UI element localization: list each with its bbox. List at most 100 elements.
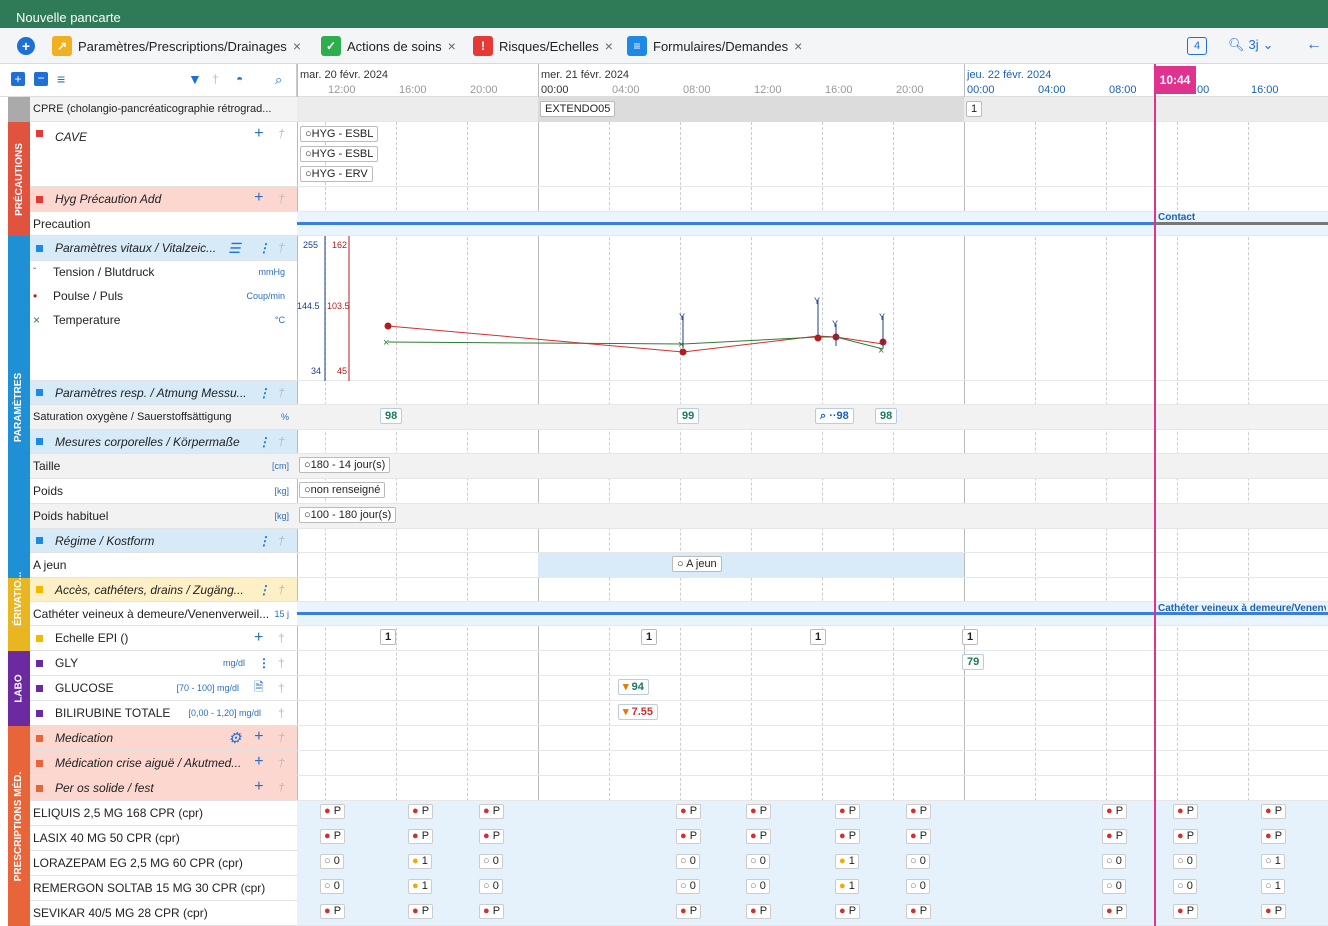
plus-icon[interactable]: + bbox=[254, 753, 263, 771]
medication-administration[interactable]: ○ 0 bbox=[1173, 854, 1197, 869]
row-medication-crise[interactable]: Médication crise aiguë / Akutmed... + † bbox=[30, 751, 297, 776]
row-precaution[interactable]: Precaution bbox=[30, 212, 297, 236]
section-labo[interactable]: LABO bbox=[8, 651, 30, 726]
medication-administration[interactable]: ○ 0 bbox=[676, 854, 700, 869]
epi-value[interactable]: 1 bbox=[810, 629, 827, 645]
expand-all-icon[interactable]: + bbox=[11, 72, 25, 86]
close-icon[interactable]: × bbox=[794, 38, 802, 54]
medication-administration[interactable]: ● P bbox=[320, 904, 346, 919]
medication-administration[interactable]: ● P bbox=[906, 804, 932, 819]
notification-badge[interactable]: 4 bbox=[1187, 37, 1207, 55]
tab-formulaires-demandes[interactable]: ≡ Formulaires/Demandes × bbox=[627, 35, 802, 57]
close-icon[interactable]: × bbox=[293, 38, 301, 54]
medication-administration[interactable]: ○ 1 bbox=[1261, 854, 1285, 869]
zoom-selector[interactable]: 🔍︎ 3j ⌄ bbox=[1228, 37, 1274, 53]
pin-icon[interactable]: † bbox=[278, 435, 285, 449]
medication-administration[interactable]: ○ 0 bbox=[676, 879, 700, 894]
row-medication[interactable]: Medication ⚙ + † bbox=[30, 726, 297, 751]
medication-administration[interactable]: ● P bbox=[746, 804, 772, 819]
row-lasix[interactable]: LASIX 40 MG 50 CPR (cpr) bbox=[30, 826, 297, 851]
row-poids[interactable]: Poids [kg] bbox=[30, 479, 297, 504]
row-mesures-corporelles[interactable]: Mesures corporelles / Körpermaße ⋮ † bbox=[30, 430, 297, 454]
medication-administration[interactable]: ○ 0 bbox=[320, 879, 344, 894]
medication-administration[interactable]: ● P bbox=[320, 804, 346, 819]
glucose-value[interactable]: ▾ 94 bbox=[618, 679, 649, 695]
pin-icon[interactable]: † bbox=[278, 756, 285, 770]
plus-icon[interactable]: + bbox=[254, 778, 263, 796]
medication-administration[interactable]: ● P bbox=[320, 829, 346, 844]
a-jeun-chip[interactable]: ○ A jeun bbox=[672, 556, 722, 572]
pin-icon[interactable]: † bbox=[278, 386, 285, 400]
gly-value[interactable]: 79 bbox=[962, 654, 985, 670]
filter-icon[interactable]: ▼ bbox=[188, 72, 202, 86]
medication-administration[interactable]: ○ 0 bbox=[906, 879, 930, 894]
medication-administration[interactable]: ○ 1 bbox=[1261, 879, 1285, 894]
medication-administration[interactable]: ● P bbox=[906, 829, 932, 844]
pin-icon[interactable]: † bbox=[278, 781, 285, 795]
medication-administration[interactable]: ● P bbox=[835, 904, 861, 919]
pin-icon[interactable]: † bbox=[278, 631, 285, 645]
more-icon[interactable]: ⋮ bbox=[258, 583, 270, 597]
medication-administration[interactable]: ● P bbox=[676, 904, 702, 919]
medication-administration[interactable]: ● P bbox=[1102, 804, 1128, 819]
saturation-value[interactable]: 99 bbox=[677, 408, 700, 424]
medication-administration[interactable]: ○ 0 bbox=[746, 879, 770, 894]
row-saturation[interactable]: Saturation oxygène / Sauerstoffsättigung… bbox=[30, 405, 297, 430]
plus-icon[interactable]: + bbox=[254, 125, 263, 143]
medication-administration[interactable]: ● 1 bbox=[408, 854, 432, 869]
row-gly[interactable]: GLY mg/dl ⋮ † bbox=[30, 651, 297, 676]
medication-administration[interactable]: ○ 0 bbox=[1102, 879, 1126, 894]
temperature-point[interactable]: × bbox=[383, 337, 389, 349]
medication-administration[interactable]: ● P bbox=[408, 904, 434, 919]
row-parametres-vitaux[interactable]: Paramètres vitaux / Vitalzeic... ☰ ⋮ † bbox=[30, 236, 297, 261]
document-icon[interactable]: 🗎︎ bbox=[254, 678, 264, 699]
row-cave[interactable]: CAVE + † bbox=[30, 122, 297, 187]
medication-administration[interactable]: ○ 0 bbox=[1173, 879, 1197, 894]
row-poids-habituel[interactable]: Poids habituel [kg] bbox=[30, 504, 297, 529]
medication-administration[interactable]: ● P bbox=[1173, 904, 1199, 919]
section-parametres[interactable]: PARAMÈTRES bbox=[8, 236, 30, 578]
medication-administration[interactable]: ● P bbox=[408, 804, 434, 819]
saturation-value[interactable]: 98 bbox=[875, 408, 898, 424]
cave-chip[interactable]: ○HYG - ESBL bbox=[300, 126, 379, 142]
plus-icon[interactable]: + bbox=[254, 728, 263, 746]
pin-icon[interactable]: † bbox=[278, 583, 285, 597]
medication-administration[interactable]: ● P bbox=[1261, 829, 1287, 844]
close-icon[interactable]: × bbox=[448, 38, 456, 54]
row-taille[interactable]: Taille [cm] bbox=[30, 454, 297, 479]
row-per-os[interactable]: Per os solide / fest + † bbox=[30, 776, 297, 801]
medication-administration[interactable]: ○ 0 bbox=[320, 854, 344, 869]
plus-icon[interactable]: + bbox=[254, 629, 263, 647]
epi-value[interactable]: 1 bbox=[380, 629, 397, 645]
medication-administration[interactable]: ● P bbox=[1261, 904, 1287, 919]
medication-administration[interactable]: ● P bbox=[479, 804, 505, 819]
poids-chip[interactable]: ○non renseigné bbox=[299, 482, 386, 498]
bilirubine-value[interactable]: ▾ 7.55 bbox=[618, 704, 658, 720]
row-glucose[interactable]: GLUCOSE [70 - 100] mg/dl 🗎︎ † bbox=[30, 676, 297, 701]
tab-parametres[interactable]: ↗ Paramètres/Prescriptions/Drainages × bbox=[52, 35, 301, 57]
epi-value[interactable]: 1 bbox=[962, 629, 979, 645]
medication-administration[interactable]: ○ 0 bbox=[1102, 854, 1126, 869]
more-icon[interactable]: ⋮ bbox=[258, 534, 270, 548]
search-icon[interactable]: ⌕ bbox=[275, 72, 289, 87]
pin-icon[interactable]: † bbox=[278, 192, 285, 206]
row-remergon[interactable]: REMERGON SOLTAB 15 MG 30 CPR (cpr) bbox=[30, 876, 297, 901]
medication-administration[interactable]: ● P bbox=[479, 904, 505, 919]
vitals-chart[interactable]: 255 144.5 34 162 103.5 45 × × × Y Y Y Y bbox=[297, 236, 1328, 381]
gear-icon[interactable]: ⚙ bbox=[228, 729, 241, 747]
cave-chip[interactable]: ○HYG - ESBL bbox=[300, 146, 379, 162]
pin-icon[interactable]: † bbox=[278, 681, 285, 695]
medication-administration[interactable]: ● P bbox=[1173, 829, 1199, 844]
medication-administration[interactable]: ● P bbox=[746, 904, 772, 919]
row-acces[interactable]: Accès, cathéters, drains / Zugäng... ⋮ † bbox=[30, 578, 297, 602]
medication-administration[interactable]: ● P bbox=[479, 829, 505, 844]
medication-administration[interactable]: ● P bbox=[1102, 829, 1128, 844]
add-tab-button[interactable]: + bbox=[17, 37, 35, 55]
medication-administration[interactable]: ● P bbox=[746, 829, 772, 844]
more-icon[interactable]: ⋮ bbox=[258, 656, 270, 670]
pouls-point[interactable] bbox=[384, 322, 392, 330]
tab-actions-de-soins[interactable]: ✓ Actions de soins × bbox=[321, 35, 456, 57]
medication-administration[interactable]: ○ 0 bbox=[479, 879, 503, 894]
pin-icon[interactable]: † bbox=[278, 241, 285, 255]
medication-administration[interactable]: ● P bbox=[676, 804, 702, 819]
